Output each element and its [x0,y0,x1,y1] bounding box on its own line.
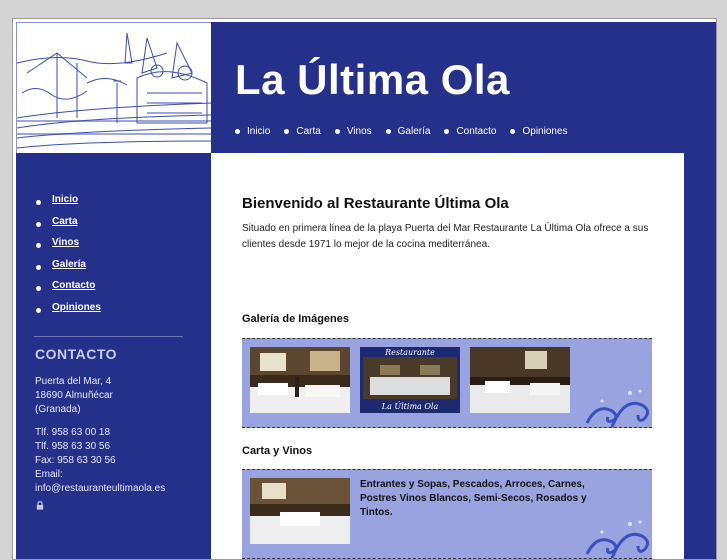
topnav-label: Opiniones [522,126,568,137]
sidebar-item-opiniones: Opiniones [36,297,101,319]
address-line: (Granada) [35,404,81,415]
bullet-icon [444,129,450,134]
topnav-vinos[interactable]: Vinos [334,126,372,137]
restaurant-photo-icon [250,478,350,544]
welcome-text: Situado en primera línea de la playa Pue… [242,223,649,250]
restaurant-photo-icon [250,347,350,413]
topnav-label: Carta [296,126,321,137]
phone-line: Tlf. 958 63 30 56 [35,441,111,452]
topnav-label: Galería [397,126,431,137]
sidebar-divider [34,336,183,337]
email-address[interactable]: info@restauranteultimaola.es [35,482,165,496]
sidebar-item-contacto: Contacto [36,275,101,297]
top-navigation: Inicio Carta Vinos Galería Contacto Opin… [235,126,582,137]
menu-panel: Entrantes y Sopas, Pescados, Arroces, Ca… [242,469,652,559]
sign-text-bottom: La Última Ola [381,402,439,411]
sidebar-link-carta[interactable]: Carta [52,216,78,227]
sidebar-item-vinos: Vinos [36,232,101,254]
gallery-photo-2[interactable]: Restaurante La Última Ola [360,347,460,413]
menu-title: Carta y Vinos [242,445,313,457]
address-line: Puerta del Mar, 4 [35,376,112,387]
phone-line: Tlf. 958 63 00 18 [35,427,111,438]
bullet-icon [36,264,41,270]
bullet-icon [36,286,41,292]
bullet-icon [510,129,516,134]
menu-photo[interactable] [250,478,350,544]
bullet-icon [36,307,41,313]
restaurant-sign-photo-icon: Restaurante La Última Ola [360,347,460,413]
topnav-opiniones[interactable]: Opiniones [510,126,568,137]
lock-icon[interactable] [36,501,44,510]
topnav-inicio[interactable]: Inicio [235,126,270,137]
header-band: La Última Ola Inicio Carta Vinos Galería… [211,22,716,153]
gallery-photo-1[interactable] [250,347,350,413]
topnav-label: Inicio [247,126,271,137]
bullet-icon [36,200,41,206]
welcome-title: Bienvenido al Restaurante Última Ola [242,195,509,212]
sign-text-top: Restaurante [384,348,435,357]
sidebar-link-opiniones[interactable]: Opiniones [52,302,101,313]
bullet-icon [36,243,41,249]
sidebar-link-vinos[interactable]: Vinos [52,237,79,248]
page-container: La Última Ola Inicio Carta Vinos Galería… [12,18,717,560]
email-label: Email: [35,469,63,480]
gallery-photo-3[interactable] [470,347,570,413]
bullet-icon [36,221,41,227]
sidebar-item-galeria: Galería [36,254,101,276]
menu-description: Entrantes y Sopas, Pescados, Arroces, Ca… [360,479,587,518]
address-line: 18690 Almuñécar [35,390,113,401]
sidebar-menu: Inicio Carta Vinos Galería Contacto Opin… [36,189,101,318]
contact-title: CONTACTO [35,346,118,362]
wave-swirl-icon [585,389,649,427]
sidebar: Inicio Carta Vinos Galería Contacto Opin… [16,153,211,559]
topnav-galeria[interactable]: Galería [385,126,431,137]
gallery-title: Galería de Imágenes [242,313,349,325]
sidebar-link-galeria[interactable]: Galería [52,259,86,270]
gallery-panel: Restaurante La Última Ola [242,338,652,428]
topnav-label: Vinos [346,126,372,137]
sidebar-item-carta: Carta [36,211,101,233]
bullet-icon [385,129,391,134]
sidebar-link-contacto[interactable]: Contacto [52,280,95,291]
main-content: Bienvenido al Restaurante Última Ola Sit… [211,153,684,559]
bullet-icon [235,129,240,134]
sidebar-item-inicio: Inicio [36,189,101,211]
fax-line: Fax: 958 63 30 56 [35,455,116,466]
header-illustration [16,22,212,154]
restaurant-photo-icon [470,347,570,413]
topnav-label: Contacto [456,126,497,137]
site-title: La Última Ola [235,56,510,103]
topnav-contacto[interactable]: Contacto [444,126,496,137]
sidebar-link-inicio[interactable]: Inicio [52,194,78,205]
bullet-icon [284,129,290,134]
contact-details: Puerta del Mar, 4 18690 Almuñécar (Grana… [35,375,165,496]
ship-sketch-icon [17,32,211,149]
topnav-carta[interactable]: Carta [284,126,321,137]
right-border-strip [684,153,716,559]
wave-swirl-icon [585,520,649,558]
bullet-icon [334,129,340,134]
